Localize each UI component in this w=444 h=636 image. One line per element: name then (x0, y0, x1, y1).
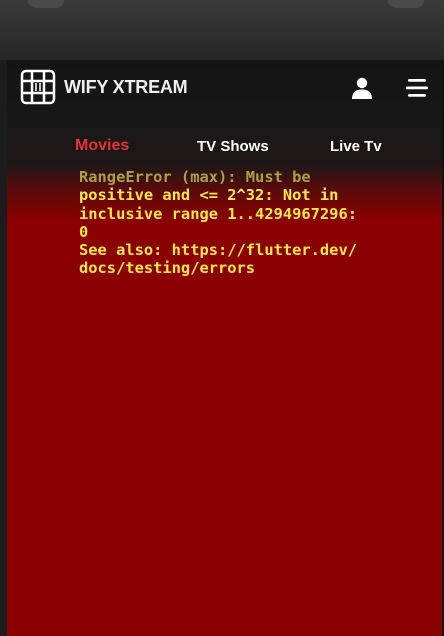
menu-icon[interactable] (405, 77, 429, 99)
tab-movies[interactable]: Movies (75, 137, 129, 155)
brand-name: WIFY XTREAM (64, 77, 188, 97)
film-grid-icon (20, 69, 56, 105)
error-first-line: RangeError (max): Must be (79, 168, 311, 186)
tab-tv-shows[interactable]: TV Shows (197, 138, 269, 155)
tab-live-tv[interactable]: Live Tv (330, 138, 382, 155)
status-shape-left (28, 0, 64, 8)
user-icon[interactable] (350, 76, 374, 100)
error-message: RangeError (max): Must be positive and <… (79, 168, 379, 278)
status-shape-right (388, 0, 424, 8)
left-edge (0, 60, 7, 636)
app-header: WIFY XTREAM (7, 60, 442, 118)
app-screen: WIFY XTREAM Movies TV Shows Live Tv Rang… (0, 0, 444, 636)
error-details: positive and <= 2^32: Not in inclusive r… (79, 186, 357, 278)
status-area (0, 0, 444, 60)
